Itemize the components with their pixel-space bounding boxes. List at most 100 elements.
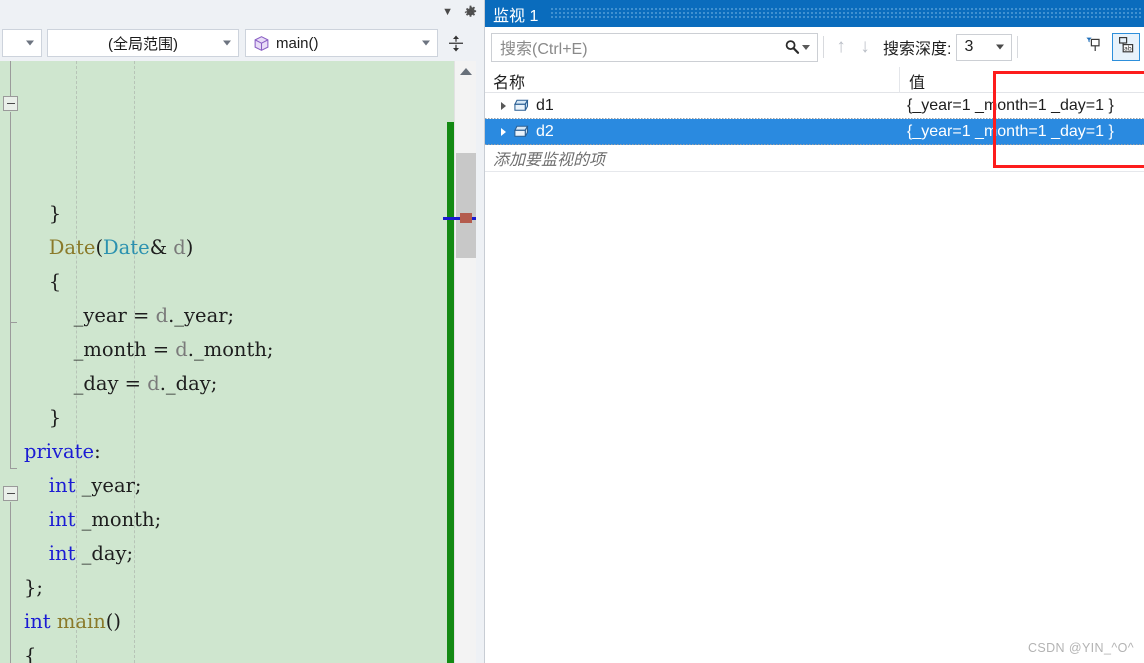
code-line[interactable]: } <box>22 197 438 231</box>
search-depth-selector[interactable]: 3 <box>956 33 1013 61</box>
object-box-icon <box>512 124 531 140</box>
collapse-toggle-main[interactable] <box>3 486 18 501</box>
title-bar-grip[interactable] <box>550 0 1144 27</box>
outlining-margin[interactable] <box>0 61 22 663</box>
code-token: } <box>48 202 62 225</box>
watch-item-name[interactable]: d2 <box>536 123 554 141</box>
code-token: private <box>24 440 95 463</box>
search-input[interactable]: 搜索(Ctrl+E) <box>491 32 818 62</box>
table-row[interactable]: d1 {_year=1 _month=1 _day=1 } <box>485 93 1144 119</box>
scope-selector[interactable]: (全局范围) <box>47 29 239 57</box>
code-token: d <box>155 304 169 327</box>
code-surface[interactable]: } Date(Date& d) { _year = d._year; _mont… <box>0 61 484 663</box>
code-token: ._year; <box>168 304 235 327</box>
code-line[interactable]: { <box>22 639 438 663</box>
code-token: d <box>175 338 188 361</box>
search-options-chevron-down-icon[interactable] <box>802 44 810 50</box>
triangle-right-icon <box>501 128 506 136</box>
add-watch-item-row[interactable]: 添加要监视的项 <box>485 145 1144 171</box>
code-token: { <box>48 270 62 293</box>
watch-item-value[interactable]: {_year=1 _month=1 _day=1 } <box>907 97 1114 115</box>
code-line[interactable]: _day = d._day; <box>22 367 438 401</box>
editor-top-strip: ▼ <box>0 0 484 25</box>
search-placeholder: 搜索(Ctrl+E) <box>500 41 588 58</box>
project-selector[interactable] <box>2 29 42 57</box>
toolbar-divider-2 <box>1017 36 1019 58</box>
svg-text:ab: ab <box>1124 45 1132 52</box>
function-selector-value: main() <box>276 34 319 52</box>
search-icon[interactable] <box>784 39 800 55</box>
code-text[interactable]: } Date(Date& d) { _year = d._year; _mont… <box>22 61 438 663</box>
gear-icon[interactable] <box>463 5 478 20</box>
editor-vertical-scrollbar[interactable] <box>443 61 481 663</box>
add-watch-item-label: 添加要监视的项 <box>493 152 606 169</box>
table-row[interactable]: d2 {_year=1 _month=1 _day=1 } <box>485 119 1144 145</box>
scroll-up-arrow-icon[interactable] <box>459 68 472 75</box>
chevron-down-icon[interactable]: ▼ <box>442 7 453 18</box>
change-indicator-bar <box>447 122 454 663</box>
split-window-icon <box>448 35 464 52</box>
code-token: Date <box>48 236 96 259</box>
scope-selector-value: (全局范围) <box>108 35 178 53</box>
collapse-toggle-class[interactable] <box>3 96 18 111</box>
code-line[interactable]: int main() <box>22 605 438 639</box>
column-header-name[interactable]: 名称 <box>493 69 525 93</box>
code-token: int <box>48 508 76 531</box>
find-next-button[interactable]: ↓ <box>853 34 877 60</box>
code-line[interactable]: }; <box>22 571 438 605</box>
expand-toggle[interactable] <box>495 102 512 110</box>
split-window-button[interactable] <box>442 29 470 57</box>
code-token: _year = <box>73 304 156 327</box>
code-editor-pane: ▼ (全局范围) main()} Date(Date& d) {_year … <box>0 0 484 663</box>
watch-grid[interactable]: 名称 值 d1 {_year=1 _month=1 _day=1 } d2 {_ye… <box>485 67 1144 663</box>
code-line[interactable]: { <box>22 265 438 299</box>
code-token: { <box>24 644 37 663</box>
code-token: : <box>94 440 101 463</box>
code-token: int <box>48 542 76 565</box>
find-previous-button[interactable]: ↑ <box>829 34 853 60</box>
code-token: _year; <box>75 474 142 497</box>
scrollbar-thumb[interactable] <box>456 153 476 258</box>
column-divider[interactable] <box>899 67 900 93</box>
chevron-down-icon <box>996 44 1005 50</box>
triangle-right-icon <box>501 102 506 110</box>
arrow-down-icon: ↓ <box>860 36 870 57</box>
code-line[interactable]: int _day; <box>22 537 438 571</box>
column-header-value[interactable]: 值 <box>909 69 925 93</box>
breakpoint-marker-icon <box>460 213 472 223</box>
code-line[interactable]: _year = d._year; <box>22 299 438 333</box>
code-line[interactable]: private: <box>22 435 438 469</box>
code-token: ) <box>185 236 194 259</box>
cube-icon <box>253 35 270 52</box>
search-depth-value: 3 <box>964 38 974 55</box>
code-token: _day = <box>73 372 148 395</box>
code-line[interactable]: _month = d._month; <box>22 333 438 367</box>
editor-navigation-bar: (全局范围) main() <box>0 25 484 61</box>
expand-toggle[interactable] <box>495 128 512 136</box>
code-line[interactable]: int _month; <box>22 503 438 537</box>
search-depth-label: 搜索深度: <box>883 41 952 58</box>
watch-tab[interactable]: 监视 1 <box>485 0 551 27</box>
watch-item-value[interactable]: {_year=1 _month=1 _day=1 } <box>907 123 1114 141</box>
pin-ab-icon: ab <box>1117 36 1135 59</box>
screen-root: ▼ (全局范围) main()} Date(Date& d) {_year … <box>0 0 1144 663</box>
code-line[interactable]: Date(Date& d) <box>22 231 438 265</box>
pin-filter-button[interactable] <box>1080 33 1108 61</box>
code-token: ._day; <box>159 372 218 395</box>
function-selector[interactable]: main() <box>245 29 438 57</box>
chevron-down-icon <box>26 40 34 46</box>
code-line[interactable]: int _year; <box>22 469 438 503</box>
toolbar-divider <box>823 36 824 58</box>
code-token: _day; <box>75 542 134 565</box>
pin-ab-button[interactable]: ab <box>1112 33 1140 61</box>
code-token: d <box>173 236 186 259</box>
code-line[interactable]: } <box>22 401 438 435</box>
code-token: }; <box>24 576 43 599</box>
watch-item-name[interactable]: d1 <box>536 97 554 115</box>
